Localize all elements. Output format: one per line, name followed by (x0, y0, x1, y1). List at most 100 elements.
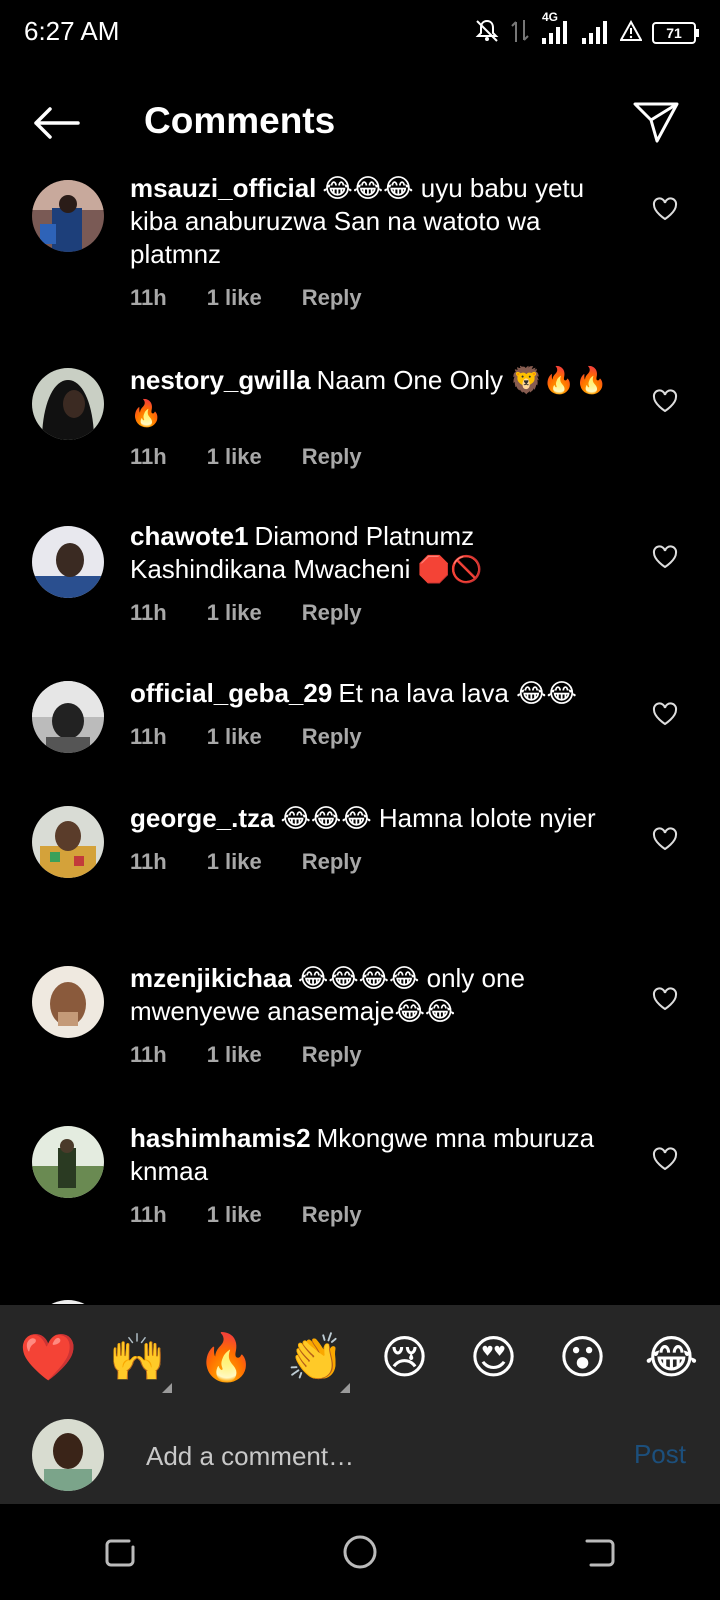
comment-body: nestory_gwilla Naam One Only 🦁🔥🔥🔥 11h 1 l… (130, 364, 620, 470)
comment-time: 11h (130, 444, 167, 469)
comment-text: Et na lava lava 😂😂 (338, 678, 577, 708)
heart-icon (652, 1147, 678, 1171)
reply-button[interactable]: Reply (302, 444, 362, 470)
heart-icon (652, 702, 678, 726)
signal-icon (580, 18, 610, 49)
avatar[interactable] (32, 180, 104, 252)
reaction-heart[interactable]: ❤️ (9, 1330, 89, 1385)
data-transfer-icon (510, 18, 530, 49)
comment-username[interactable]: official_geba_29 (130, 678, 332, 708)
reaction-clap[interactable]: 👏 (276, 1330, 356, 1393)
comment-likes[interactable]: 1 like (207, 849, 262, 875)
avatar[interactable] (32, 806, 104, 878)
avatar[interactable] (32, 966, 104, 1038)
comment-meta: 11h 1 like Reply (130, 600, 620, 626)
battery-level: 71 (666, 25, 682, 41)
back-nav-icon (585, 1539, 615, 1567)
comment-time: 11h (130, 1202, 167, 1227)
comment-likes[interactable]: 1 like (207, 1202, 262, 1228)
like-button[interactable] (650, 984, 680, 1014)
reply-button[interactable]: Reply (302, 724, 362, 750)
reply-button[interactable]: Reply (302, 849, 362, 875)
heart-icon (652, 197, 678, 221)
avatar[interactable] (32, 1126, 104, 1198)
network-type-label: 4G (542, 9, 559, 24)
avatar[interactable] (32, 368, 104, 440)
comment-likes[interactable]: 1 like (207, 724, 262, 750)
back-nav-button[interactable] (570, 1522, 630, 1582)
back-button[interactable] (28, 98, 84, 148)
comment-time: 11h (130, 1042, 167, 1067)
avatar (32, 1419, 104, 1491)
back-arrow-icon (34, 107, 80, 139)
reaction-fire[interactable]: 🔥 (187, 1330, 267, 1385)
heart-icon (652, 545, 678, 569)
comment-composer: Post (0, 1409, 720, 1504)
share-button[interactable] (628, 94, 684, 150)
reaction-raised-hands-emoji: 🙌 (108, 1330, 167, 1383)
heart-icon (652, 389, 678, 413)
heart-icon (652, 827, 678, 851)
like-button[interactable] (650, 386, 680, 416)
reaction-sad[interactable]: 😢 (365, 1330, 445, 1384)
comment-username[interactable]: nestory_gwilla (130, 365, 311, 395)
recents-icon (105, 1539, 135, 1567)
like-button[interactable] (650, 542, 680, 572)
send-icon (633, 102, 679, 143)
comment-likes[interactable]: 1 like (207, 1042, 262, 1068)
reaction-raised-hands[interactable]: 🙌 (98, 1330, 178, 1393)
reaction-heart-eyes[interactable]: 😍 (454, 1330, 534, 1384)
comment-time: 11h (130, 285, 167, 310)
comment-time: 11h (130, 600, 167, 625)
comment-meta: 11h 1 like Reply (130, 724, 620, 750)
comment-time: 11h (130, 849, 167, 874)
status-time: 6:27 AM (24, 16, 120, 46)
skin-tone-indicator-icon (339, 1382, 350, 1393)
warning-icon (619, 19, 643, 47)
status-icons: 4G 71 (474, 10, 699, 49)
reaction-laughing[interactable]: 😂 (632, 1330, 712, 1384)
comment-meta: 11h 1 like Reply (130, 1202, 620, 1228)
quick-reaction-bar: ❤️ 🙌 🔥 👏 😢 😍 😮 😂 (0, 1305, 720, 1409)
like-button[interactable] (650, 699, 680, 729)
comment-meta: 11h 1 like Reply (130, 285, 620, 311)
page-title: Comments (144, 100, 336, 141)
signal-4g-icon: 4G (540, 10, 570, 49)
comment-body: mzenjikichaa 😂😂😂😂 only one mwenyewe anase… (130, 962, 620, 1068)
comment-username[interactable]: msauzi_official (130, 173, 316, 203)
comment-input[interactable] (144, 1435, 588, 1477)
comment-username[interactable]: hashimhamis2 (130, 1123, 311, 1153)
comment-meta: 11h 1 like Reply (130, 1042, 620, 1068)
reaction-surprised[interactable]: 😮 (543, 1330, 623, 1384)
comment-username[interactable]: mzenjikichaa (130, 963, 292, 993)
status-bar: 6:27 AM 4G 71 (0, 0, 720, 70)
system-navigation-bar (0, 1504, 720, 1600)
comment-text: 😂😂😂 Hamna lolote nyier (280, 803, 596, 833)
like-button[interactable] (650, 1144, 680, 1174)
reply-button[interactable]: Reply (302, 1202, 362, 1228)
mute-notification-icon (474, 18, 500, 49)
reply-button[interactable]: Reply (302, 600, 362, 626)
avatar[interactable] (32, 1300, 104, 1304)
like-button[interactable] (650, 824, 680, 854)
avatar[interactable] (32, 681, 104, 753)
comments-list[interactable]: msauzi_official 😂😂😂 uyu babu yetu kiba an… (0, 172, 720, 1304)
comment-likes[interactable]: 1 like (207, 600, 262, 626)
comment-username[interactable]: chawote1 (130, 521, 249, 551)
reply-button[interactable]: Reply (302, 1042, 362, 1068)
recents-button[interactable] (90, 1522, 150, 1582)
comment-body: chawote1 Diamond Platnumz Kashindikana Mw… (130, 520, 620, 626)
header: Comments (0, 86, 720, 158)
post-button[interactable]: Post (634, 1439, 686, 1470)
home-button[interactable] (330, 1522, 390, 1582)
comment-meta: 11h 1 like Reply (130, 444, 620, 470)
reply-button[interactable]: Reply (302, 285, 362, 311)
comment-username[interactable]: george_.tza (130, 803, 275, 833)
avatar[interactable] (32, 526, 104, 598)
skin-tone-indicator-icon (161, 1382, 172, 1393)
heart-icon (652, 987, 678, 1011)
like-button[interactable] (650, 194, 680, 224)
comment-likes[interactable]: 1 like (207, 285, 262, 311)
comment-likes[interactable]: 1 like (207, 444, 262, 470)
comment-body: hashimhamis2 Mkongwe mna mburuza knmaa 11… (130, 1122, 620, 1228)
